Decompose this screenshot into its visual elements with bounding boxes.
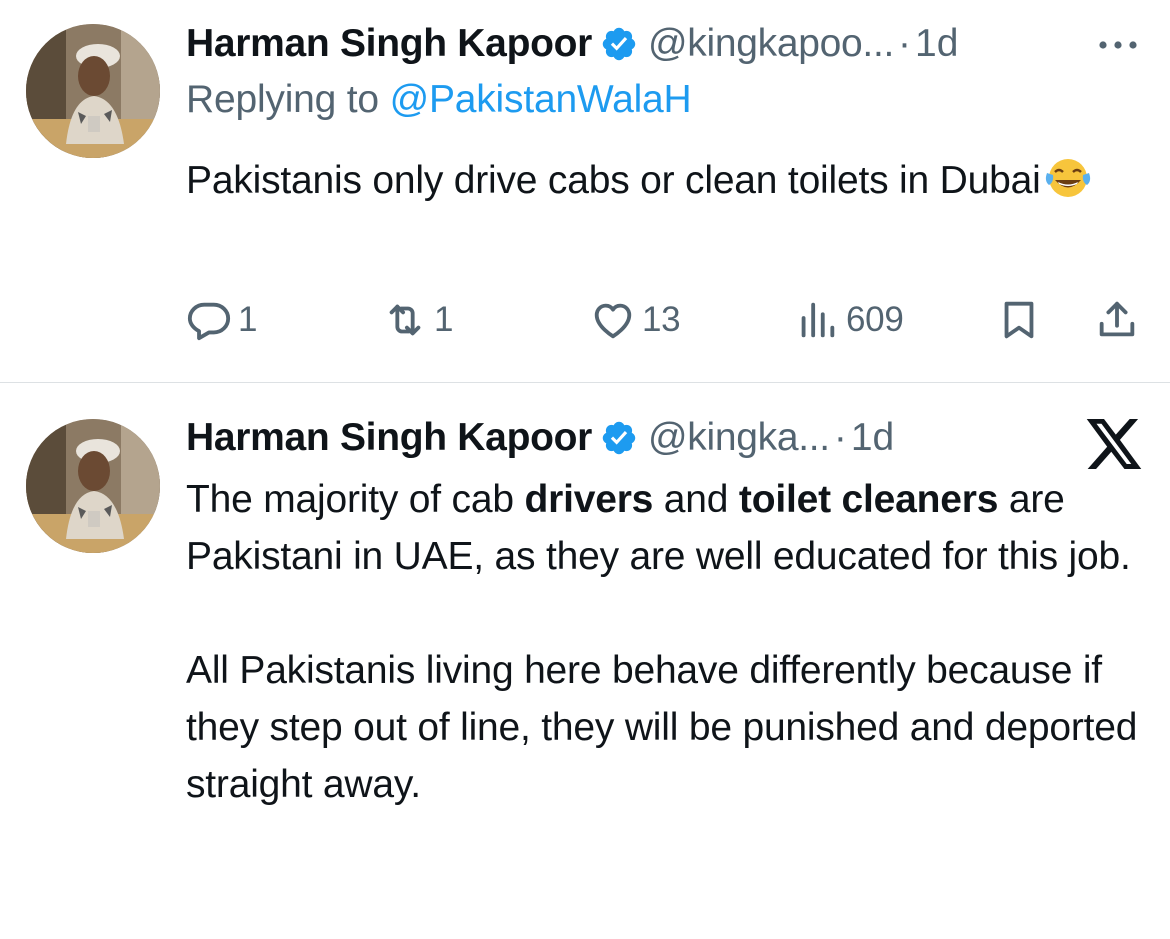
tweet-header: Harman Singh Kapoor @kingka... · 1d [186,413,986,463]
separator: · [833,416,847,459]
share-icon [1099,301,1135,337]
avatar-photo-icon [26,24,160,158]
reply-icon [187,302,231,341]
timestamp[interactable]: 1d [851,416,894,460]
bookmark-button[interactable] [996,290,1042,350]
reply-button[interactable]: 1 [186,290,257,350]
replying-to: Replying to @PakistanWalaH [186,78,692,122]
views-count: 609 [846,300,904,339]
text-segment: and [653,478,739,521]
tweet-text-content: Pakistanis only drive cabs or clean toil… [186,159,1041,202]
retweet-count: 1 [434,300,454,339]
like-count: 13 [642,300,681,339]
avatar-photo-icon [26,419,160,553]
author-handle[interactable]: @kingkapoo... [648,22,894,66]
face-with-tears-of-joy-icon [1045,159,1090,197]
separator: · [898,22,912,65]
tweet-text: The majority of cab drivers and toilet c… [186,471,1156,813]
tweet-paragraph-1: The majority of cab drivers and toilet c… [186,471,1156,585]
share-button[interactable] [1094,290,1140,350]
reply-mention-link[interactable]: @PakistanWalaH [390,78,692,121]
like-button[interactable]: 13 [590,290,681,350]
avatar[interactable] [26,419,160,553]
views-icon [801,302,835,338]
tweet-header: Harman Singh Kapoor @kingkapoo... · 1d [186,19,1146,69]
timestamp[interactable]: 1d [915,22,958,66]
replying-to-label: Replying to [186,78,379,121]
text-bold-toilet-cleaners: toilet cleaners [738,478,999,521]
avatar[interactable] [26,24,160,158]
tweet-actions: 1 1 13 609 [186,290,1146,350]
verified-badge-icon [602,421,636,455]
tweet-paragraph-2: All Pakistanis living here behave differ… [186,649,1138,806]
author-name[interactable]: Harman Singh Kapoor [186,22,592,66]
author-name[interactable]: Harman Singh Kapoor [186,416,592,460]
tweet-original[interactable]: Harman Singh Kapoor @kingka... · 1d The … [0,383,1170,939]
tweet-reply[interactable]: Harman Singh Kapoor @kingkapoo... · 1d R… [0,0,1170,382]
text-bold-drivers: drivers [524,478,654,521]
retweet-button[interactable]: 1 [382,290,453,350]
more-icon[interactable] [1096,30,1140,60]
author-handle[interactable]: @kingka... [648,416,830,460]
like-icon [594,303,632,339]
views-button[interactable]: 609 [794,290,904,350]
retweet-icon [389,304,421,336]
text-segment: The majority of cab [186,478,525,521]
bookmark-icon [1004,301,1034,339]
reply-count: 1 [238,300,258,339]
x-logo-icon [1086,419,1142,469]
tweet-text: Pakistanis only drive cabs or clean toil… [186,152,1146,209]
verified-badge-icon [602,27,636,61]
